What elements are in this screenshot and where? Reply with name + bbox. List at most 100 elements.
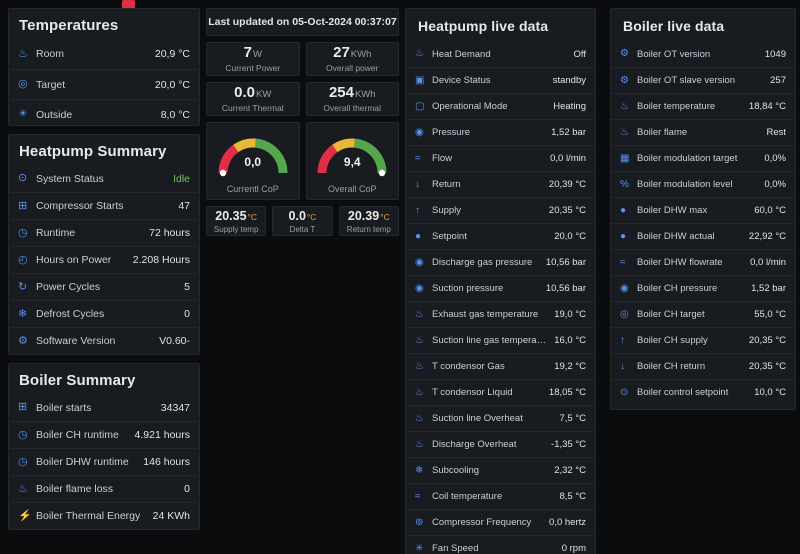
row-label: Exhaust gas temperature [432, 309, 539, 320]
row-value: 20,0 °C [154, 78, 190, 91]
table-row: ◉ Suction pressure 10,56 bar [406, 275, 595, 301]
stat-tile: 7W Current Power [206, 42, 300, 76]
panel-title-heatpump-summary[interactable]: Heatpump Summary [9, 135, 199, 164]
row-value: 10,56 bar [545, 283, 586, 294]
row-value: 10,0 °C [754, 387, 786, 398]
table-row: ♨ Room 20,9 °C [9, 39, 199, 69]
row-value: 0 [184, 308, 190, 320]
row-label: Boiler control setpoint [637, 387, 729, 398]
stat-value: 0.0 [288, 208, 306, 223]
gauge-needle [219, 169, 226, 177]
stat-unit: W [252, 49, 262, 61]
row-label: Boiler DHW max [637, 205, 708, 216]
row-value: 257 [770, 75, 786, 86]
table-row: ♨ Suction line Overheat 7,5 °C [406, 405, 595, 431]
row-label: Power Cycles [36, 281, 101, 293]
stat-tile: 0.0KW Current Thermal [206, 82, 300, 116]
power-icon: ⊙ [18, 172, 28, 184]
stat-unit: KWh [350, 49, 372, 61]
counter-icon: ⊞ [18, 401, 28, 413]
stat-value-line: 0.0KW [234, 85, 271, 102]
row-label: Boiler CH target [637, 309, 705, 320]
table-row: ♨ Exhaust gas temperature 19,0 °C [406, 301, 595, 327]
row-value: 60,0 °C [754, 205, 786, 216]
stat-unit: KWh [354, 89, 376, 101]
row-label: Setpoint [432, 231, 467, 242]
hours-icon: ◴ [18, 253, 28, 266]
row-label: Coil temperature [432, 491, 503, 502]
table-row: ❄ Defrost Cycles 0 [9, 300, 199, 327]
gauge-icon: ◉ [415, 126, 424, 138]
row-value: 0,0 l/min [750, 257, 786, 268]
row-label: Room [36, 48, 65, 60]
stat-value-line: 0.0°C [289, 208, 317, 225]
table-row: ♨ T condensor Liquid 18,05 °C [406, 379, 595, 405]
gauge-current-cop: 0,0 Currentl CoP [206, 122, 300, 200]
stat-value: 27 [333, 44, 350, 62]
panel-title-temperatures[interactable]: Temperatures [9, 9, 199, 38]
table-row: ≈ Coil temperature 8,5 °C [406, 483, 595, 509]
table-row: ⊚ Compressor Frequency 0,0 hertz [406, 509, 595, 535]
gauge-value: 0,0 [244, 155, 262, 169]
stat-unit: °C [306, 211, 317, 222]
coil-icon: ≈ [415, 490, 421, 502]
row-label: Discharge Overheat [432, 439, 517, 450]
middle-column: Last updated on 05-Oct-2024 00:37:07 7W … [206, 8, 399, 236]
row-label: Return [432, 179, 461, 190]
thermometer-icon: ♨ [415, 412, 424, 424]
clock-icon: ◷ [18, 455, 28, 468]
chip-icon: ⚙ [620, 48, 629, 59]
bolt-icon: ⚡ [18, 509, 32, 522]
table-row: ▦ Boiler modulation target 0,0% [611, 145, 795, 171]
row-value: 20,9 °C [154, 48, 190, 60]
row-label: Boiler flame loss [36, 483, 114, 495]
row-value: 20,0 °C [554, 231, 586, 242]
table-row: % Boiler modulation level 0,0% [611, 171, 795, 197]
thermometer-icon: ♨ [415, 438, 424, 450]
stat-value: 20.35 [215, 208, 247, 223]
row-label: Boiler flame [637, 127, 688, 138]
row-value: 47 [178, 200, 190, 212]
row-value: 34347 [160, 401, 190, 414]
table-row: ▣ Device Status standby [406, 67, 595, 93]
row-value: 10,56 bar [545, 257, 586, 268]
stat-tile: 0.0°C Delta T [272, 206, 333, 236]
stat-tile: 20.35°C Supply temp [206, 206, 267, 236]
panel-title-boiler-live[interactable]: Boiler live data [611, 9, 795, 40]
row-value: 146 hours [143, 456, 190, 468]
row-value: 0,0% [764, 179, 786, 190]
row-value: 8,5 °C [559, 491, 586, 502]
droplet-icon: ● [620, 230, 627, 242]
table-row: ☀ Outside 8,0 °C [9, 99, 199, 129]
panel-title-heatpump-live[interactable]: Heatpump live data [406, 9, 595, 40]
stat-value: 20.39 [347, 208, 380, 223]
row-label: Boiler CH runtime [36, 429, 119, 441]
row-label: Boiler DHW runtime [36, 456, 129, 468]
table-row: ◉ Boiler CH pressure 1,52 bar [611, 275, 795, 301]
table-row: ♨ Boiler temperature 18,84 °C [611, 93, 795, 119]
row-label: Operational Mode [432, 101, 508, 112]
table-row: ↻ Power Cycles 5 [9, 273, 199, 300]
gauge-arc [218, 138, 288, 177]
panel-title-boiler-summary[interactable]: Boiler Summary [9, 364, 199, 393]
droplet-down-icon: ↓ [620, 360, 625, 372]
gauge-label: Overall CoP [327, 184, 377, 194]
row-value: 1049 [764, 48, 786, 60]
flame-icon: ♨ [415, 48, 424, 59]
row-label: Compressor Starts [36, 200, 124, 212]
thermometer-icon: ♨ [415, 386, 424, 398]
modulation-icon: ▦ [620, 152, 630, 164]
gauge-icon: ◉ [415, 256, 424, 268]
percent-icon: % [620, 178, 629, 190]
target-icon: ◎ [620, 308, 629, 320]
row-value: 20,35 °C [748, 335, 786, 346]
stat-value: 0.0 [234, 84, 256, 102]
thermometer-icon: ♨ [415, 308, 424, 320]
row-label: Boiler OT version [637, 48, 711, 60]
table-row: ♨ Boiler flame loss 0 [9, 475, 199, 502]
row-label: Boiler CH supply [637, 335, 708, 346]
table-row: ↓ Return 20,39 °C [406, 171, 595, 197]
table-row: ⊙ System Status Idle [9, 165, 199, 192]
stat-label: Current Power [225, 62, 281, 73]
row-value: 18,05 °C [548, 387, 586, 398]
